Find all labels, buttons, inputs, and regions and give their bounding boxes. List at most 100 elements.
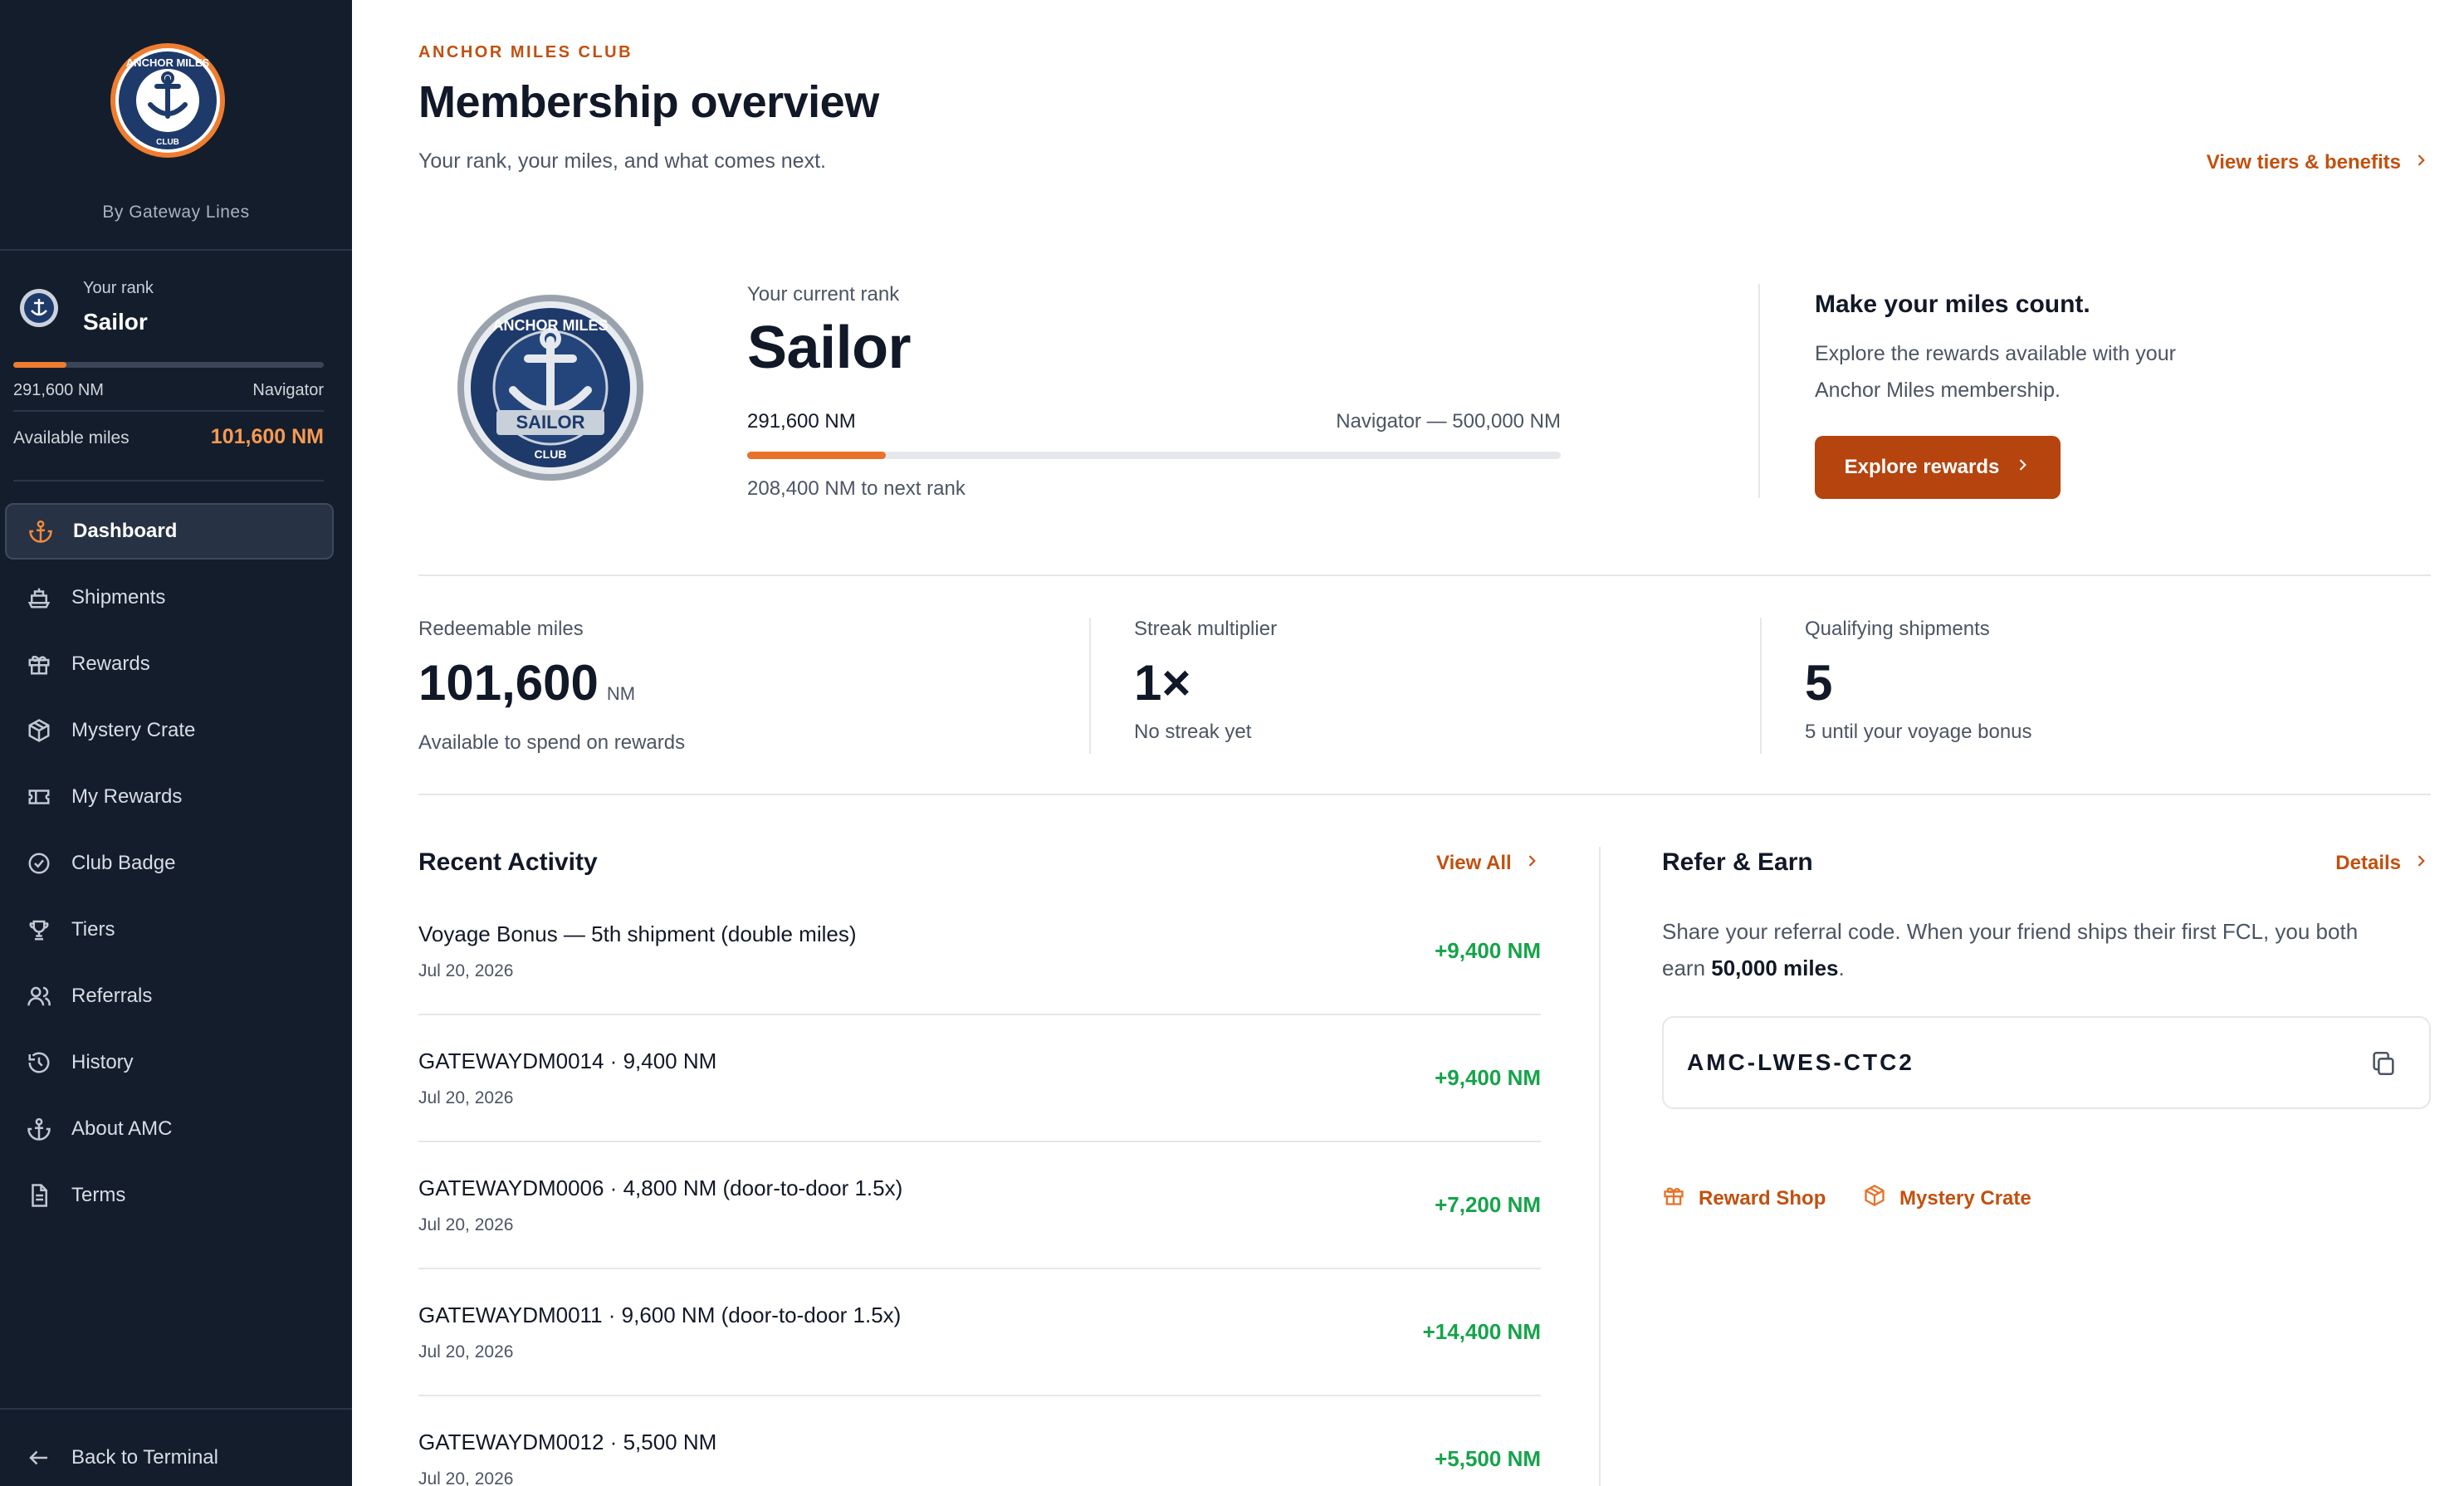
view-tiers-link[interactable]: View tiers & benefits [2207,151,2429,174]
sidebar-item-dashboard[interactable]: Dashboard [5,503,334,560]
mystery-crate-link[interactable]: Mystery Crate [1863,1184,2031,1213]
activity-title: Voyage Bonus — 5th shipment (double mile… [418,921,857,946]
document-icon [25,1181,53,1210]
gift-icon [25,650,53,678]
history-icon [25,1049,53,1077]
back-to-terminal-link[interactable]: Back to Terminal [5,1430,334,1486]
hero-divider [1758,284,1760,498]
activity-row[interactable]: GATEWAYDM0006 · 4,800 NM (door-to-door 1… [418,1176,1541,1303]
chevron-right-icon [2014,456,2031,479]
activity-amount: +5,500 NM [1435,1446,1541,1471]
sidebar-item-label: Dashboard [73,520,178,542]
club-logo[interactable]: ANCHOR MILES CLUB [109,42,227,159]
box-icon [25,716,53,745]
reward-shop-label: Reward Shop [1699,1186,1826,1210]
view-all-label: View All [1436,852,1512,874]
activity-date: Jul 20, 2026 [418,1342,514,1361]
refer-earn-title: Refer & Earn [1662,848,1813,876]
activity-row[interactable]: GATEWAYDM0014 · 9,400 NM Jul 20, 2026 +9… [418,1049,1541,1176]
activity-date: Jul 20, 2026 [418,1088,514,1107]
current-rank-label: Your current rank [747,283,900,306]
copy-icon[interactable] [2369,1049,2399,1079]
view-all-link[interactable]: View All [1436,852,1540,875]
hero-next-rank: Navigator — 500,000 NM [1336,410,1561,433]
sidebar-divider [0,1408,352,1410]
referral-description: Share your referral code. When your frie… [1662,913,2376,986]
sidebar-item-history[interactable]: History [5,1034,334,1091]
promo-title: Make your miles count. [1815,291,2090,318]
stat-label: Streak multiplier [1134,618,1278,640]
row-divider [418,1395,1541,1396]
activity-row[interactable]: GATEWAYDM0012 · 5,500 NM Jul 20, 2026 +5… [418,1430,1541,1486]
users-icon [25,982,53,1010]
stat-qualifying-shipments: Qualifying shipments 5 5 until your voya… [1805,618,2032,744]
sidebar-item-label: Terms [71,1184,126,1206]
anchor-icon [25,1115,53,1143]
activity-title: GATEWAYDM0012 · 5,500 NM [418,1430,717,1454]
sidebar-item-label: My Rewards [71,785,183,808]
sidebar-item-shipments[interactable]: Shipments [5,569,334,626]
explore-rewards-button[interactable]: Explore rewards [1815,436,2061,499]
sidebar-item-referrals[interactable]: Referrals [5,968,334,1024]
arrow-left-icon [25,1444,53,1472]
view-tiers-label: View tiers & benefits [2206,151,2401,174]
activity-date: Jul 20, 2026 [418,1215,514,1234]
available-miles-value: 101,600 NM [210,425,324,448]
gift-icon [1662,1184,1685,1213]
explore-rewards-label: Explore rewards [1844,456,2000,478]
activity-title: GATEWAYDM0006 · 4,800 NM (door-to-door 1… [418,1176,903,1200]
ship-icon [25,584,53,612]
mystery-crate-label: Mystery Crate [1899,1186,2031,1210]
stat-value: 101,600 NM [418,654,685,723]
stat-value: 5 [1805,655,1833,711]
sidebar-item-rewards[interactable]: Rewards [5,636,334,692]
referral-code[interactable]: AMC-LWES-CTC2 [1687,1049,1914,1076]
sidebar-item-terms[interactable]: Terms [5,1167,334,1224]
sidebar-item-label: Referrals [71,985,153,1007]
referral-bonus: 50,000 miles [1711,956,1839,980]
brand-byline: By Gateway Lines [102,203,250,222]
row-divider [418,1141,1541,1142]
rank-progress-bar [13,362,324,368]
hero-progress-bar [747,452,1561,459]
reward-shop-link[interactable]: Reward Shop [1662,1184,1826,1213]
hero-progress-fill [747,452,886,459]
sidebar-item-about-amc[interactable]: About AMC [5,1101,334,1157]
sidebar-item-label: Tiers [71,918,115,941]
chevron-right-icon [2413,151,2429,174]
sidebar-item-label: Club Badge [71,852,176,874]
sidebar-item-club-badge[interactable]: Club Badge [5,835,334,892]
stat-streak-multiplier: Streak multiplier 1× No streak yet [1134,618,1277,744]
activity-date: Jul 20, 2026 [418,961,514,980]
current-rank-name: Sailor [747,315,912,381]
activity-row[interactable]: GATEWAYDM0011 · 9,600 NM (door-to-door 1… [418,1303,1541,1430]
sidebar-item-label: History [71,1051,134,1073]
stat-divider [1760,618,1762,754]
section-divider [418,574,2431,576]
sidebar-item-tiers[interactable]: Tiers [5,902,334,958]
referral-code-box: AMC-LWES-CTC2 [1662,1016,2431,1109]
details-label: Details [2335,852,2401,874]
activity-amount: +9,400 NM [1435,1065,1541,1090]
stat-redeemable-miles: Redeemable miles 101,600 NM Available to … [418,618,685,755]
stat-unit: NM [606,683,636,704]
stat-label: Qualifying shipments [1805,618,1990,640]
sidebar-item-label: Mystery Crate [71,719,196,741]
sidebar-item-my-rewards[interactable]: My Rewards [5,769,334,825]
refer-details-link[interactable]: Details [2335,852,2429,875]
sailor-badge: SAILOR ANCHOR MILES CLUB [455,292,646,483]
sidebar-divider [13,480,324,481]
activity-row[interactable]: Voyage Bonus — 5th shipment (double mile… [418,921,1541,1049]
sidebar-item-label: Rewards [71,653,150,675]
row-divider [418,1014,1541,1015]
activity-date: Jul 20, 2026 [418,1469,514,1486]
rank-name: Sailor [83,309,148,335]
current-miles: 291,600 NM [13,381,104,399]
stat-note: 5 until your voyage bonus [1805,721,2032,743]
sidebar: ANCHOR MILES CLUB By Gateway Lines Your … [0,0,352,1486]
rank-progress-fill [13,362,66,368]
stat-note: Available to spend on rewards [418,731,686,754]
back-label: Back to Terminal [71,1446,218,1469]
next-rank: Navigator [252,381,324,399]
sidebar-item-mystery-crate[interactable]: Mystery Crate [5,702,334,759]
